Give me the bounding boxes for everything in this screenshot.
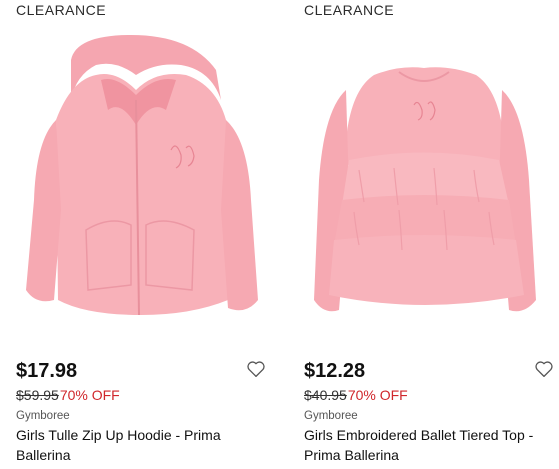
heart-outline-icon[interactable] — [534, 360, 554, 378]
product-grid: CLEARANCE $17.98 $59.9570% OFF Gymboree … — [0, 0, 559, 469]
brand-name: Gymboree — [304, 410, 358, 422]
heart-outline-icon[interactable] — [246, 360, 266, 378]
hoodie-product-image[interactable] — [16, 30, 266, 330]
sale-price: $12.28 — [304, 360, 366, 382]
clearance-badge: CLEARANCE — [16, 2, 107, 18]
original-price: $59.95 — [16, 387, 59, 403]
clearance-badge: CLEARANCE — [304, 2, 395, 18]
discount-label: 70% OFF — [347, 387, 408, 403]
brand-name: Gymboree — [16, 410, 70, 422]
sale-price: $17.98 — [16, 360, 78, 382]
original-price: $40.95 — [304, 387, 347, 403]
discount-label: 70% OFF — [59, 387, 120, 403]
product-card-hoodie[interactable]: CLEARANCE $17.98 $59.9570% OFF Gymboree … — [16, 0, 286, 469]
product-title-link[interactable]: Girls Tulle Zip Up Hoodie - Prima Baller… — [16, 425, 261, 465]
tiered-top-product-image[interactable] — [304, 30, 554, 330]
product-title-link[interactable]: Girls Embroidered Ballet Tiered Top - Pr… — [304, 425, 549, 465]
price-comparison: $59.9570% OFF — [16, 387, 120, 403]
price-comparison: $40.9570% OFF — [304, 387, 408, 403]
product-card-top[interactable]: CLEARANCE $12.28 $40.9570% OFF Gymboree … — [304, 0, 559, 469]
